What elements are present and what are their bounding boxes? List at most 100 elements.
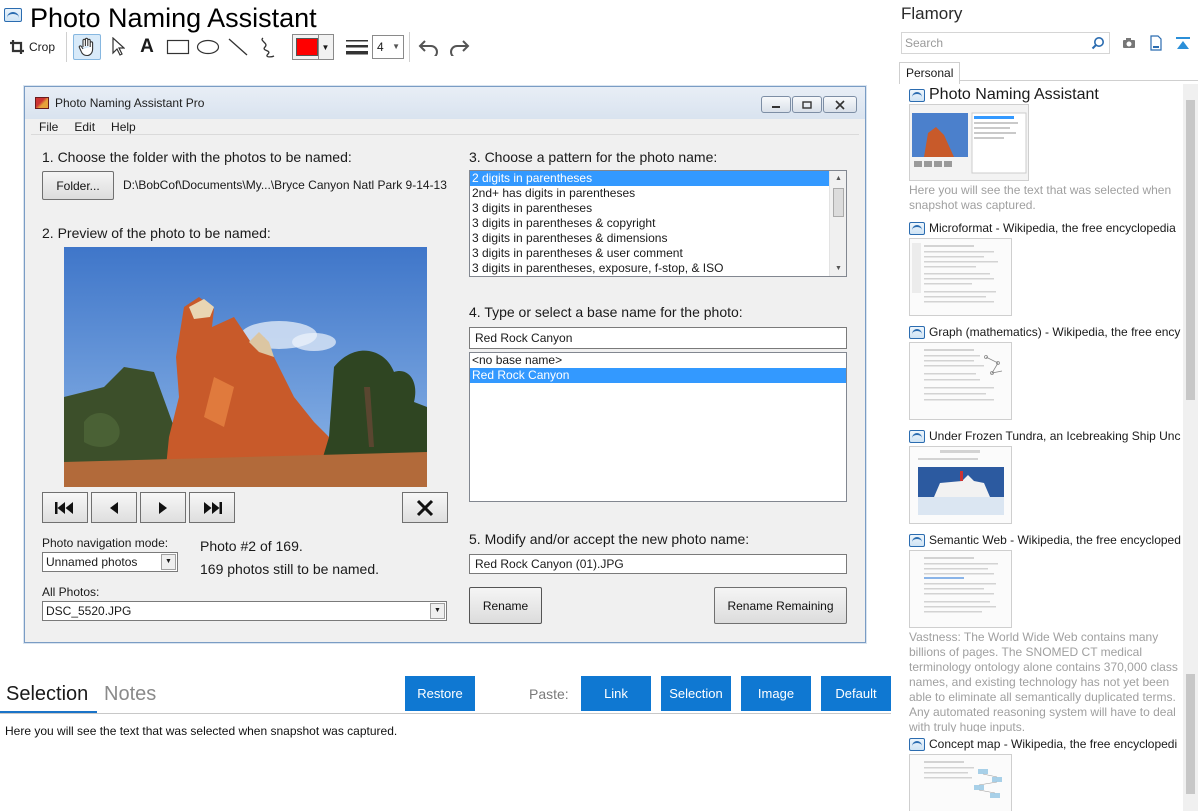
snapshot-title: Photo Naming Assistant xyxy=(929,86,1099,103)
snapshot-thumbnail[interactable] xyxy=(909,342,1012,420)
snapshot-thumbnail[interactable] xyxy=(909,754,1012,811)
pattern-item[interactable]: 2nd+ has digits in parentheses xyxy=(470,186,846,201)
folder-button[interactable]: Folder... xyxy=(42,171,114,200)
restore-button[interactable]: Restore xyxy=(405,676,475,711)
paste-link-button[interactable]: Link xyxy=(581,676,651,711)
snapshot-title: Graph (mathematics) - Wikipedia, the fre… xyxy=(929,325,1181,339)
freehand-tool-button[interactable] xyxy=(256,34,280,60)
pattern-list[interactable]: 2 digits in parentheses 2nd+ has digits … xyxy=(469,170,847,277)
window-body: 1. Choose the folder with the photos to … xyxy=(31,136,859,636)
sidebar-scrollbar[interactable] xyxy=(1183,84,1198,811)
ellipse-tool-button[interactable] xyxy=(194,34,222,60)
close-icon xyxy=(835,99,845,110)
line-width-select[interactable]: 4 ▼ xyxy=(372,35,404,59)
select-tool-button[interactable] xyxy=(106,34,130,60)
hand-icon xyxy=(78,37,94,57)
base-name-item[interactable]: <no base name> xyxy=(470,353,846,368)
step5-label: 5. Modify and/or accept the new photo na… xyxy=(469,531,750,547)
snapshot-item[interactable]: Microformat - Wikipedia, the free encycl… xyxy=(909,221,1181,235)
collapse-up-icon[interactable] xyxy=(1174,34,1192,52)
tab-personal[interactable]: Personal xyxy=(899,62,960,84)
redo-button[interactable] xyxy=(447,34,471,60)
snapshot-item[interactable]: Photo Naming Assistant xyxy=(909,86,1181,104)
color-picker[interactable]: ▼ xyxy=(292,34,334,60)
rename-button[interactable]: Rename xyxy=(469,587,542,624)
close-window-button[interactable] xyxy=(823,96,857,113)
base-name-input[interactable]: Red Rock Canyon xyxy=(469,327,847,349)
search-input[interactable]: Search xyxy=(901,32,1110,54)
snapshot-item[interactable]: Semantic Web - Wikipedia, the free encyc… xyxy=(909,533,1181,547)
flamory-window: Photo Naming Assistant Crop A ▼ 4 ▼ Phot… xyxy=(0,0,1198,811)
menu-file[interactable]: File xyxy=(31,119,66,134)
scroll-up-icon[interactable]: ▲ xyxy=(830,171,846,186)
window-titlebar: Photo Naming Assistant Pro xyxy=(25,87,865,119)
pattern-item[interactable]: 2 digits in parentheses xyxy=(470,171,829,186)
first-photo-button[interactable] xyxy=(42,492,88,523)
chevron-down-icon: ▼ xyxy=(161,554,176,570)
all-photos-select[interactable]: DSC_5520.JPG ▼ xyxy=(42,601,447,621)
pan-tool-button[interactable] xyxy=(73,34,101,60)
rectangle-icon xyxy=(166,39,190,55)
app-logo-icon xyxy=(4,8,22,22)
scroll-down-icon[interactable]: ▼ xyxy=(830,261,846,276)
text-tool-icon[interactable]: A xyxy=(135,34,159,60)
pattern-item[interactable]: 3 digits in parentheses & user comment xyxy=(470,246,846,261)
rename-remaining-button[interactable]: Rename Remaining xyxy=(714,587,847,624)
pattern-item[interactable]: 3 digits in parentheses & copyright xyxy=(470,216,846,231)
base-name-list[interactable]: <no base name> Red Rock Canyon xyxy=(469,352,847,502)
maximize-button[interactable] xyxy=(792,96,822,113)
camera-icon[interactable] xyxy=(1120,34,1138,52)
pattern-scrollbar[interactable]: ▲ ▼ xyxy=(829,171,846,276)
scroll-thumb[interactable] xyxy=(1186,100,1195,400)
tab-selection[interactable]: Selection xyxy=(6,683,88,706)
snapshot-thumbnail[interactable] xyxy=(909,550,1012,628)
undo-button[interactable] xyxy=(417,34,441,60)
chevron-down-icon: ▼ xyxy=(318,35,332,59)
new-name-input[interactable]: Red Rock Canyon (01).JPG xyxy=(469,554,847,574)
paste-image-button[interactable]: Image xyxy=(741,676,811,711)
delete-photo-button[interactable] xyxy=(402,492,448,523)
search-icon[interactable] xyxy=(1091,36,1105,56)
snapshot-thumbnail[interactable] xyxy=(909,104,1029,181)
crop-button[interactable]: Crop xyxy=(6,34,58,60)
app-window-icon xyxy=(35,97,49,109)
pattern-item[interactable]: 3 digits in parentheses, exposure, f-sto… xyxy=(470,261,846,276)
base-name-item[interactable]: Red Rock Canyon xyxy=(470,368,846,383)
snapshot-title: Semantic Web - Wikipedia, the free encyc… xyxy=(929,533,1181,547)
minimize-icon xyxy=(772,105,780,108)
menu-bar: File Edit Help xyxy=(31,119,859,135)
pattern-item[interactable]: 3 digits in parentheses xyxy=(470,201,846,216)
next-photo-button[interactable] xyxy=(140,492,186,523)
menu-edit[interactable]: Edit xyxy=(66,119,103,134)
line-tool-button[interactable] xyxy=(226,34,250,60)
paste-selection-button[interactable]: Selection xyxy=(661,676,731,711)
nav-mode-select[interactable]: Unnamed photos ▼ xyxy=(42,552,178,572)
snapshot-icon xyxy=(909,533,925,547)
snapshot-item[interactable]: Under Frozen Tundra, an Icebreaking Ship… xyxy=(909,429,1181,443)
pattern-item[interactable]: 3 digits in parentheses & dimensions xyxy=(470,231,846,246)
rectangle-tool-button[interactable] xyxy=(164,34,192,60)
crop-label: Crop xyxy=(28,40,55,54)
snapshot-thumbnail[interactable] xyxy=(909,446,1012,524)
line-width-value: 4 xyxy=(377,40,384,54)
previous-photo-button[interactable] xyxy=(91,492,137,523)
photos-remaining: 169 photos still to be named. xyxy=(200,561,380,577)
snapshot-thumbnail[interactable] xyxy=(909,238,1012,316)
menu-help[interactable]: Help xyxy=(103,119,144,134)
snapshot-item[interactable]: Concept map - Wikipedia, the free encycl… xyxy=(909,737,1181,751)
minimize-button[interactable] xyxy=(761,96,791,113)
tab-notes[interactable]: Notes xyxy=(104,683,156,706)
toolbar-divider xyxy=(66,32,67,62)
window-title: Photo Naming Assistant Pro xyxy=(55,96,205,110)
snapshot-title: Photo Naming Assistant xyxy=(30,3,317,33)
maximize-icon xyxy=(802,100,812,109)
scroll-thumb[interactable] xyxy=(833,188,844,217)
scroll-thumb[interactable] xyxy=(1186,674,1195,794)
chevron-down-icon: ▼ xyxy=(392,42,400,51)
paste-label: Paste: xyxy=(529,686,569,702)
last-photo-button[interactable] xyxy=(189,492,235,523)
snapshot-item[interactable]: Graph (mathematics) - Wikipedia, the fre… xyxy=(909,325,1181,339)
document-icon[interactable] xyxy=(1147,34,1165,52)
paste-default-button[interactable]: Default xyxy=(821,676,891,711)
snapshot-icon xyxy=(909,429,925,443)
